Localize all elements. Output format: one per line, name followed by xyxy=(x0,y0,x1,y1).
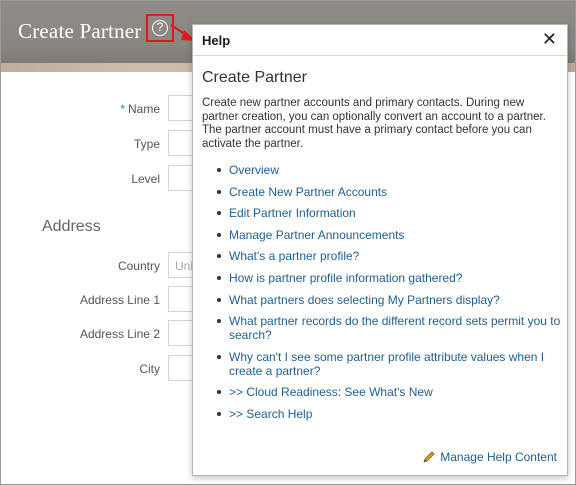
type-field[interactable] xyxy=(168,130,192,156)
level-field[interactable] xyxy=(168,165,192,191)
level-label: Level xyxy=(131,172,160,186)
country-field[interactable]: Uni xyxy=(168,252,194,278)
manage-help-content-link[interactable]: Manage Help Content xyxy=(422,450,557,464)
help-link-record-sets[interactable]: What partner records do the different re… xyxy=(217,314,565,342)
help-popup-title: Help xyxy=(202,33,231,48)
name-label: * Name xyxy=(120,102,160,116)
help-link-overview[interactable]: Overview xyxy=(217,163,565,177)
help-link-edit-info[interactable]: Edit Partner Information xyxy=(217,206,565,220)
country-label: Country xyxy=(117,259,160,273)
required-marker: * xyxy=(120,102,125,116)
help-link-attribute-values[interactable]: Why can't I see some partner profile att… xyxy=(217,350,565,378)
help-link-create-accounts[interactable]: Create New Partner Accounts xyxy=(217,185,565,199)
help-link-partner-profile[interactable]: What's a partner profile? xyxy=(217,249,565,263)
help-link-announcements[interactable]: Manage Partner Announcements xyxy=(217,228,565,242)
help-topic-title: Create Partner xyxy=(202,69,307,86)
help-topic-description: Create new partner accounts and primary … xyxy=(202,97,546,150)
city-label: City xyxy=(139,362,160,376)
close-button[interactable]: ✕ xyxy=(542,30,557,48)
help-link-cloud-readiness[interactable]: >> Cloud Readiness: See What's New xyxy=(217,385,565,399)
help-link-search-help[interactable]: >> Search Help xyxy=(217,407,565,421)
help-link-my-partners[interactable]: What partners does selecting My Partners… xyxy=(217,293,565,307)
city-field[interactable] xyxy=(168,355,192,381)
pencil-icon xyxy=(423,451,435,463)
name-field[interactable] xyxy=(168,95,192,121)
address-line-1-label: Address Line 1 xyxy=(79,293,160,307)
address-section-title: Address xyxy=(42,218,101,235)
address-line-2-field[interactable] xyxy=(168,320,192,346)
help-popup: Help ✕ Create Partner Create new partner… xyxy=(192,24,568,476)
address-line-2-label: Address Line 2 xyxy=(79,327,160,341)
popup-divider xyxy=(193,55,567,56)
page-title: Create Partner xyxy=(18,19,142,43)
address-line-1-field[interactable] xyxy=(168,286,192,312)
help-icon[interactable]: ? xyxy=(152,20,168,36)
type-label: Type xyxy=(133,137,160,151)
country-value: Uni xyxy=(175,259,194,273)
help-links-list: Overview Create New Partner Accounts Edi… xyxy=(209,163,565,429)
help-link-profile-gathered[interactable]: How is partner profile information gathe… xyxy=(217,271,565,285)
